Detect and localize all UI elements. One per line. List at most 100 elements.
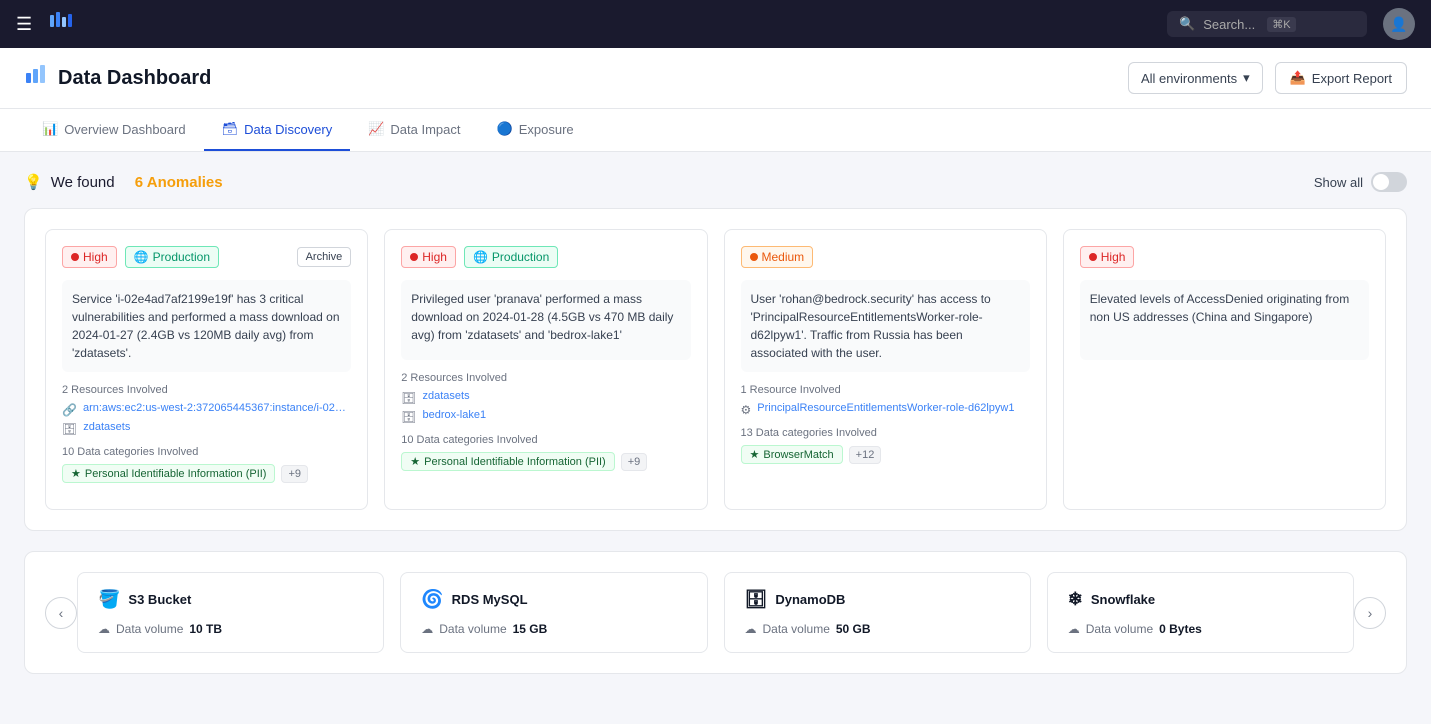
search-placeholder: Search... [1203, 17, 1255, 32]
resources-section: 1 Resource Involved ⚙ PrincipalResourceE… [741, 384, 1030, 417]
datasource-metric: ☁ Data volume 10 TB [98, 622, 363, 636]
severity-dot [1089, 253, 1097, 261]
logo-icon [48, 9, 72, 39]
datasource-metric: ☁ Data volume 50 GB [745, 622, 1010, 636]
export-label: Export Report [1312, 71, 1392, 86]
resource-link[interactable]: zdatasets [83, 421, 130, 433]
overview-icon: 📊 [42, 121, 58, 137]
tab-exposure[interactable]: 🔵 Exposure [479, 109, 592, 151]
badge-left: High 🌐Production [62, 246, 219, 268]
avatar[interactable]: 👤 [1383, 8, 1415, 40]
datasource-icon: 🪣 [98, 589, 120, 610]
datasource-label: DynamoDB [775, 592, 845, 607]
resource-link[interactable]: PrincipalResourceEntitlementsWorker-role… [757, 402, 1014, 414]
anomalies-count: 6 Anomalies [135, 174, 223, 191]
resource-item: 🔗 arn:aws:ec2:us-west-2:372065445367:ins… [62, 402, 351, 417]
categories-list: ★Personal Identifiable Information (PII)… [401, 452, 690, 471]
resource-link[interactable]: bedrox-lake1 [422, 409, 486, 421]
page-title: Data Dashboard [58, 67, 211, 90]
archive-button[interactable]: Archive [297, 247, 352, 267]
star-icon: ★ [410, 455, 420, 468]
export-report-button[interactable]: 📤 Export Report [1275, 62, 1407, 94]
metric-label: Data volume [439, 622, 506, 636]
datasource-card-1: 🌀 RDS MySQL ☁ Data volume 15 GB [400, 572, 707, 653]
star-icon: ★ [71, 467, 81, 480]
anomaly-cards-row: High 🌐Production Archive Service 'i-02e4… [45, 229, 1386, 510]
badge-left: High 🌐Production [401, 246, 558, 268]
show-all-label: Show all [1314, 175, 1363, 190]
card-description: Elevated levels of AccessDenied originat… [1080, 280, 1369, 360]
tab-exposure-label: Exposure [519, 122, 574, 137]
chevron-down-icon: ▾ [1243, 70, 1250, 86]
card-badges: High [1080, 246, 1369, 268]
resource-link[interactable]: arn:aws:ec2:us-west-2:372065445367:insta… [83, 402, 351, 414]
tab-discovery[interactable]: 🗃 Data Discovery [204, 109, 351, 151]
environment-selector[interactable]: All environments ▾ [1128, 62, 1263, 94]
datasource-metric: ☁ Data volume 15 GB [421, 622, 686, 636]
search-bar[interactable]: 🔍 Search... ⌘K [1167, 11, 1367, 37]
resources-count: 2 Resources Involved [401, 372, 690, 384]
env-badge: 🌐Production [125, 246, 219, 268]
datasource-label: S3 Bucket [128, 592, 191, 607]
resource-link[interactable]: zdatasets [422, 390, 469, 402]
severity-badge: High [401, 246, 456, 268]
resources-count: 1 Resource Involved [741, 384, 1030, 396]
dashboard-icon [24, 63, 48, 93]
header-bar: Data Dashboard All environments ▾ 📤 Expo… [0, 48, 1431, 109]
category-badge: ★Personal Identifiable Information (PII) [401, 452, 614, 471]
datasource-metric: ☁ Data volume 0 Bytes [1068, 622, 1333, 636]
severity-badge: Medium [741, 246, 814, 268]
resource-icon: 🗄 [401, 410, 416, 424]
resources-section: 2 Resources Involved 🗄 zdatasets 🗄 bedro… [401, 372, 690, 424]
tab-overview[interactable]: 📊 Overview Dashboard [24, 109, 204, 151]
tab-discovery-label: Data Discovery [244, 122, 332, 137]
badge-left: Medium [741, 246, 814, 268]
categories-section: 10 Data categories Involved ★Personal Id… [401, 434, 690, 471]
resource-item: 🗄 zdatasets [401, 390, 690, 405]
tab-overview-label: Overview Dashboard [64, 122, 185, 137]
datasource-name: 🪣 S3 Bucket [98, 589, 363, 610]
anomalies-header: 💡 We found 6 Anomalies Show all [24, 172, 1407, 192]
next-arrow[interactable]: › [1354, 597, 1386, 629]
datasource-name: 🗄 DynamoDB [745, 589, 1010, 610]
severity-dot [71, 253, 79, 261]
tabs-bar: 📊 Overview Dashboard 🗃 Data Discovery 📈 … [0, 109, 1431, 152]
categories-count: 10 Data categories Involved [62, 446, 351, 458]
resource-item: 🗄 zdatasets [62, 421, 351, 436]
resource-icon: 🗄 [401, 391, 416, 405]
cloud-icon: ☁ [98, 622, 110, 636]
datasource-label: Snowflake [1091, 592, 1155, 607]
datasources-section: ‹ 🪣 S3 Bucket ☁ Data volume 10 TB 🌀 RDS … [24, 551, 1407, 674]
metric-value: 0 Bytes [1159, 622, 1202, 636]
more-categories[interactable]: +9 [281, 465, 308, 483]
resources-section: 2 Resources Involved 🔗 arn:aws:ec2:us-we… [62, 384, 351, 436]
categories-list: ★Personal Identifiable Information (PII)… [62, 464, 351, 483]
more-categories[interactable]: +9 [621, 453, 648, 471]
datasource-icon: 🗄 [745, 589, 768, 610]
datasource-card-3: ❄ Snowflake ☁ Data volume 0 Bytes [1047, 572, 1354, 653]
card-description: User 'rohan@bedrock.security' has access… [741, 280, 1030, 372]
bulb-icon: 💡 [24, 173, 43, 191]
category-badge: ★Personal Identifiable Information (PII) [62, 464, 275, 483]
more-categories[interactable]: +12 [849, 446, 882, 464]
show-all-toggle[interactable] [1371, 172, 1407, 192]
categories-list: ★BrowserMatch +12 [741, 445, 1030, 464]
datasource-card-0: 🪣 S3 Bucket ☁ Data volume 10 TB [77, 572, 384, 653]
cloud-icon: ☁ [421, 622, 433, 636]
category-badge: ★BrowserMatch [741, 445, 843, 464]
cloud-icon: ☁ [745, 622, 757, 636]
datasource-icon: ❄ [1068, 589, 1083, 610]
anomaly-card-3: High Elevated levels of AccessDenied ori… [1063, 229, 1386, 510]
datasource-name: ❄ Snowflake [1068, 589, 1333, 610]
search-shortcut: ⌘K [1267, 17, 1295, 32]
categories-section: 10 Data categories Involved ★Personal Id… [62, 446, 351, 483]
hamburger-icon[interactable]: ☰ [16, 14, 32, 35]
datasource-card-2: 🗄 DynamoDB ☁ Data volume 50 GB [724, 572, 1031, 653]
categories-count: 10 Data categories Involved [401, 434, 690, 446]
export-icon: 📤 [1290, 70, 1306, 86]
card-description: Privileged user 'pranava' performed a ma… [401, 280, 690, 360]
severity-dot [750, 253, 758, 261]
tab-impact[interactable]: 📈 Data Impact [350, 109, 478, 151]
prev-arrow[interactable]: ‹ [45, 597, 77, 629]
datasource-cards: 🪣 S3 Bucket ☁ Data volume 10 TB 🌀 RDS My… [77, 572, 1354, 653]
